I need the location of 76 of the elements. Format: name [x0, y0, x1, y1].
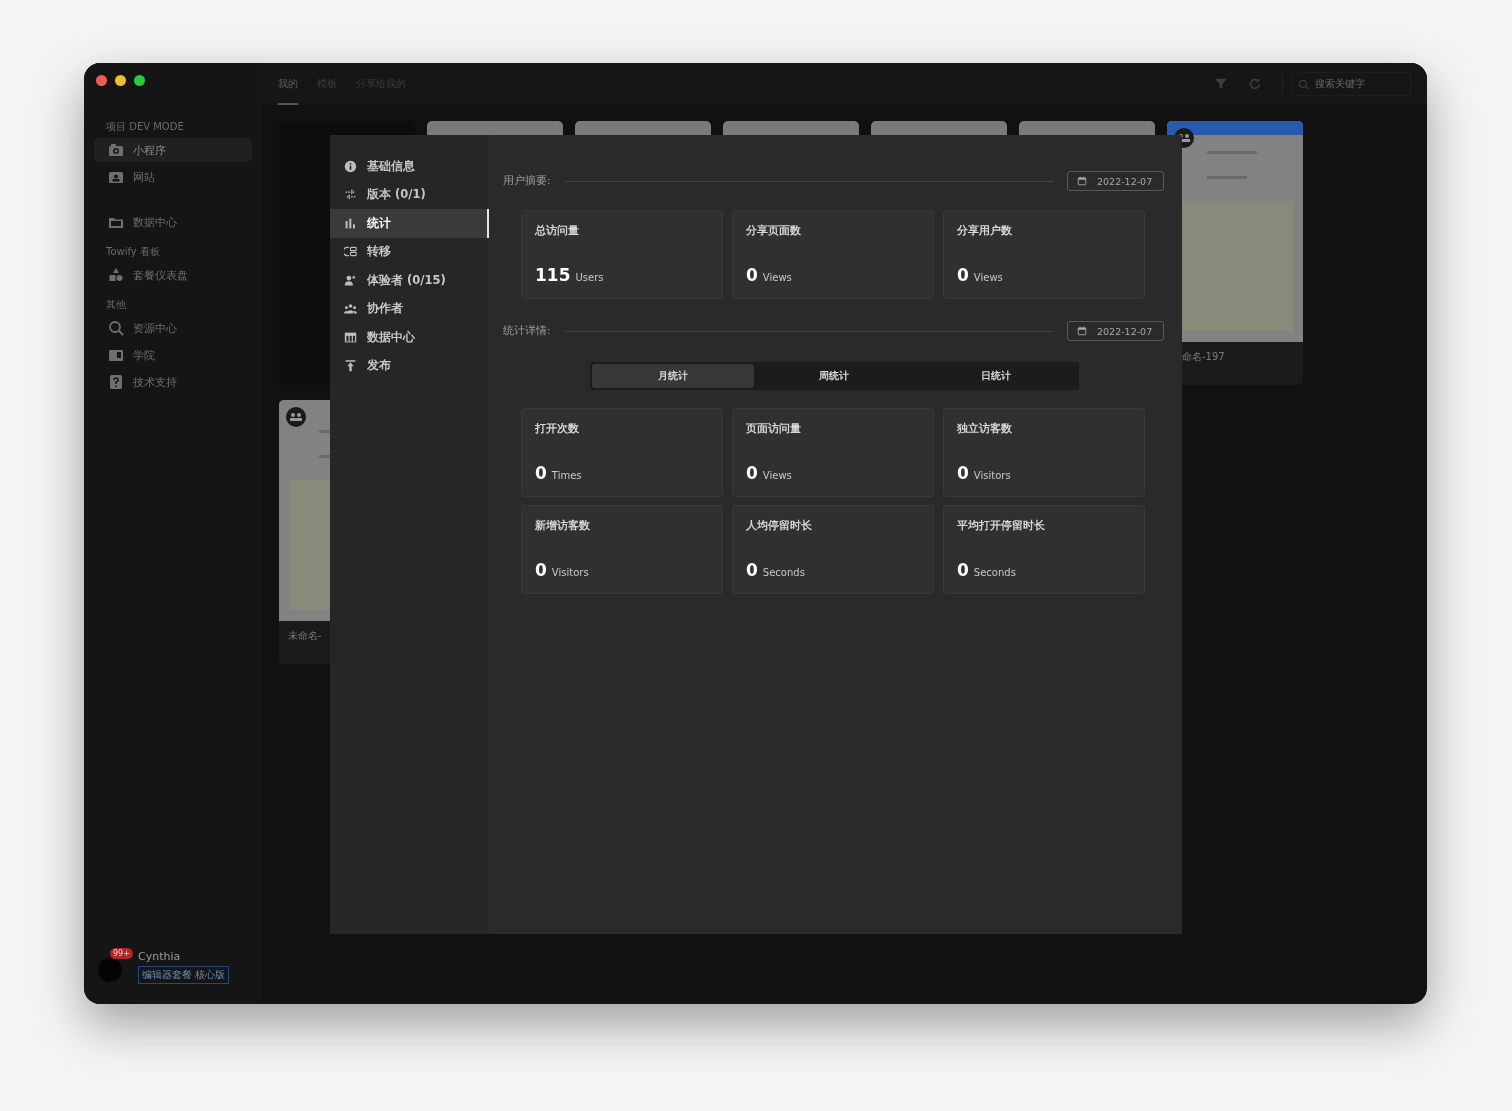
plan-tag: 编辑器套餐 核心版 — [138, 966, 230, 984]
stat-unit: Views — [973, 272, 1003, 283]
calendar-icon — [1077, 326, 1087, 336]
swap-icon — [344, 188, 357, 202]
info-icon — [344, 159, 357, 173]
bars-icon — [344, 216, 357, 230]
user-icon — [344, 273, 357, 287]
sidebar-item[interactable]: 网站 — [94, 165, 252, 189]
dialog-nav-item[interactable]: 基础信息 — [330, 152, 489, 181]
search-field[interactable]: 搜索关键字 — [1291, 72, 1411, 96]
stat-label: 新增访客数 — [535, 519, 591, 533]
calendar-icon — [1077, 176, 1087, 186]
stat-unit: Times — [551, 470, 582, 481]
stat-label: 独立访客数 — [957, 422, 1013, 436]
stat-unit: Visitors — [973, 470, 1011, 481]
stat-unit: Views — [762, 470, 792, 481]
stat-value: 0 — [535, 560, 547, 580]
stat-label: 分享用户数 — [957, 224, 1013, 238]
stat-value: 0 — [746, 265, 758, 285]
table-icon — [344, 330, 357, 344]
project-title: 命名-197 — [1181, 350, 1226, 364]
segment-tab[interactable]: 日统计 — [915, 364, 1077, 388]
team-icon — [344, 302, 357, 316]
stat-label: 页面访问量 — [746, 422, 802, 436]
stat-label: 平均打开停留时长 — [957, 519, 1046, 533]
upload-icon — [344, 359, 357, 373]
dialog-nav-item[interactable]: 协作者 — [330, 294, 489, 323]
shapes-icon — [108, 267, 124, 283]
date-picker[interactable]: 2022-12-07 — [1067, 171, 1164, 191]
sidebar-item[interactable]: 学院 — [94, 343, 252, 367]
camera-icon — [108, 142, 124, 158]
stat-value: 115 — [535, 265, 571, 285]
window-zoom-button[interactable] — [134, 75, 145, 86]
sidebar-section-header: 项目 DEV MODE — [105, 120, 185, 134]
segment-tab[interactable]: 月统计 — [592, 364, 754, 388]
stat-value: 0 — [746, 560, 758, 580]
stat-unit: Views — [762, 272, 792, 283]
project-title: 未命名- — [287, 629, 323, 643]
segment-tab[interactable]: 周统计 — [753, 364, 916, 388]
stat-unit: Seconds — [762, 567, 805, 578]
dialog-nav-item[interactable]: 数据中心 — [330, 323, 489, 352]
dialog-nav-item[interactable]: 统计 — [330, 209, 489, 238]
sidebar-item[interactable]: 小程序 — [94, 138, 252, 162]
stat-unit: Visitors — [551, 567, 589, 578]
dialog-nav-item[interactable]: 发布 — [330, 351, 489, 380]
notification-badge: 99+ — [110, 948, 133, 959]
date-picker[interactable]: 2022-12-07 — [1067, 321, 1164, 341]
dialog-nav-item[interactable]: 版本 (0/1) — [330, 180, 489, 209]
sidebar-section-header: 其他 — [105, 298, 127, 312]
stat-value: 0 — [746, 463, 758, 483]
sidebar-item[interactable]: 资源中心 — [94, 316, 252, 340]
window-close-button[interactable] — [96, 75, 107, 86]
stat-unit: Seconds — [973, 567, 1016, 578]
sidebar-item[interactable]: 套餐仪表盘 — [94, 263, 252, 287]
stat-value: 0 — [957, 463, 969, 483]
magnifier-icon — [108, 320, 124, 336]
sidebar-item[interactable]: 技术支持 — [94, 370, 252, 394]
id-icon — [108, 169, 124, 185]
section-title: 统计详情: — [503, 324, 551, 338]
stat-value: 0 — [957, 265, 969, 285]
dialog-nav-item[interactable]: 体验者 (0/15) — [330, 266, 489, 295]
search-icon — [1298, 78, 1309, 90]
stat-label: 打开次数 — [535, 422, 580, 436]
stat-label: 总访问量 — [535, 224, 580, 238]
stat-unit: Users — [575, 272, 604, 283]
stat-label: 分享页面数 — [746, 224, 802, 238]
stat-value: 0 — [535, 463, 547, 483]
user-name: Cynthia — [138, 950, 182, 963]
sidebar-section-header: Towify 看板 — [105, 245, 161, 259]
section-title: 用户摘要: — [503, 174, 551, 188]
stat-value: 0 — [957, 560, 969, 580]
dialog-nav-item[interactable]: 转移 — [330, 237, 489, 266]
sidebar-item[interactable]: 数据中心 — [94, 210, 252, 234]
stat-label: 人均停留时长 — [746, 519, 813, 533]
help-icon — [108, 374, 124, 390]
window-minimize-button[interactable] — [115, 75, 126, 86]
